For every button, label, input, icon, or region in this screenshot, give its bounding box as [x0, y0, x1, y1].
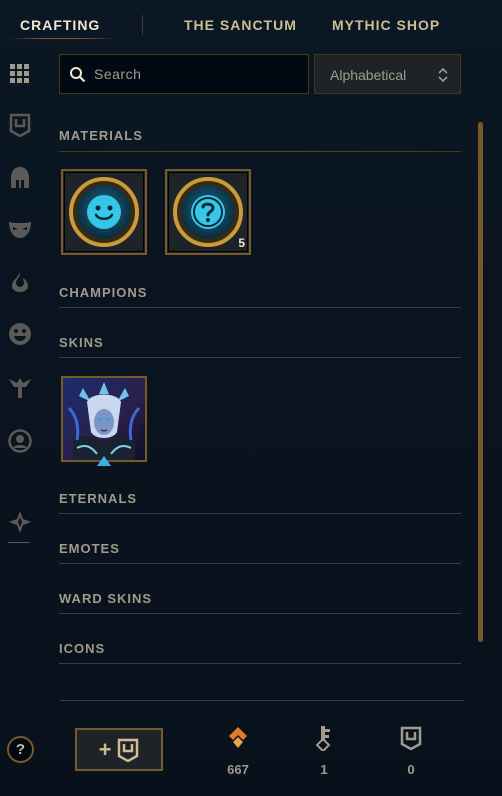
search-icon — [70, 67, 86, 83]
section-divider — [59, 513, 461, 514]
helmet-icon[interactable] — [7, 165, 33, 191]
category-sidebar — [0, 55, 40, 555]
section-icons-title[interactable]: ICONS — [59, 641, 105, 656]
grid-icon[interactable] — [7, 61, 33, 87]
scrollbar-thumb[interactable] — [478, 122, 483, 642]
profile-icon[interactable] — [7, 428, 33, 454]
section-divider — [59, 307, 461, 308]
search-field[interactable] — [59, 54, 309, 94]
section-divider — [59, 613, 461, 614]
chest-icon — [400, 726, 422, 750]
sort-selected-label: Alphabetical — [330, 67, 407, 83]
emote-orb-icon — [69, 177, 139, 247]
footer-divider — [60, 700, 464, 701]
section-divider — [59, 663, 461, 664]
rarity-gem-icon — [97, 456, 111, 466]
search-input[interactable] — [94, 55, 304, 93]
nav-divider — [142, 15, 143, 35]
chest-value: 0 — [407, 762, 415, 777]
section-skins-title[interactable]: SKINS — [59, 335, 104, 350]
section-divider — [59, 151, 461, 152]
add-chest-button[interactable]: + — [75, 728, 163, 771]
flame-icon[interactable] — [7, 269, 33, 295]
tab-mythic-shop[interactable]: MYTHIC SHOP — [332, 17, 440, 33]
active-tab-underline — [8, 38, 116, 39]
tab-crafting[interactable]: CRAFTING — [20, 17, 100, 33]
plus-label: + — [98, 736, 112, 762]
emote-icon[interactable] — [7, 321, 33, 347]
material-tile-emote-orb[interactable] — [61, 169, 147, 255]
skin-portrait — [63, 378, 145, 460]
material-tile-mystery-orb[interactable]: 5 — [165, 169, 251, 255]
essence-counter: 667 — [218, 724, 258, 777]
essence-value: 667 — [227, 762, 249, 777]
section-eternals-title[interactable]: ETERNALS — [59, 491, 137, 506]
item-count: 5 — [238, 236, 245, 250]
section-materials-title[interactable]: MATERIALS — [59, 128, 143, 143]
ward-icon[interactable] — [7, 375, 33, 401]
chest-icon[interactable] — [7, 112, 33, 138]
top-nav: CRAFTING THE SANCTUM MYTHIC SHOP — [0, 0, 502, 50]
section-divider — [59, 563, 461, 564]
key-value: 1 — [320, 762, 328, 777]
mystery-orb-icon — [173, 177, 243, 247]
crafting-icon[interactable] — [7, 509, 33, 535]
skin-tile[interactable] — [61, 376, 147, 466]
chest-icon — [118, 738, 139, 762]
section-divider — [59, 357, 461, 358]
help-button[interactable]: ? — [7, 736, 34, 763]
sort-dropdown[interactable]: Alphabetical — [314, 54, 461, 94]
essence-icon — [229, 727, 247, 748]
key-counter: 1 — [304, 724, 344, 777]
tab-the-sanctum[interactable]: THE SANCTUM — [184, 17, 297, 33]
mask-icon[interactable] — [7, 217, 33, 243]
chest-counter: 0 — [391, 724, 431, 777]
section-champions-title[interactable]: CHAMPIONS — [59, 285, 147, 300]
key-icon — [315, 726, 331, 751]
inventory-list: MATERIALS 5 CHAMPIONS SKINS ETERNALS EMO… — [59, 100, 462, 700]
section-ward-skins-title[interactable]: WARD SKINS — [59, 591, 152, 606]
section-emotes-title[interactable]: EMOTES — [59, 541, 120, 556]
updown-arrows-icon — [438, 67, 448, 83]
sidebar-divider — [8, 542, 30, 543]
